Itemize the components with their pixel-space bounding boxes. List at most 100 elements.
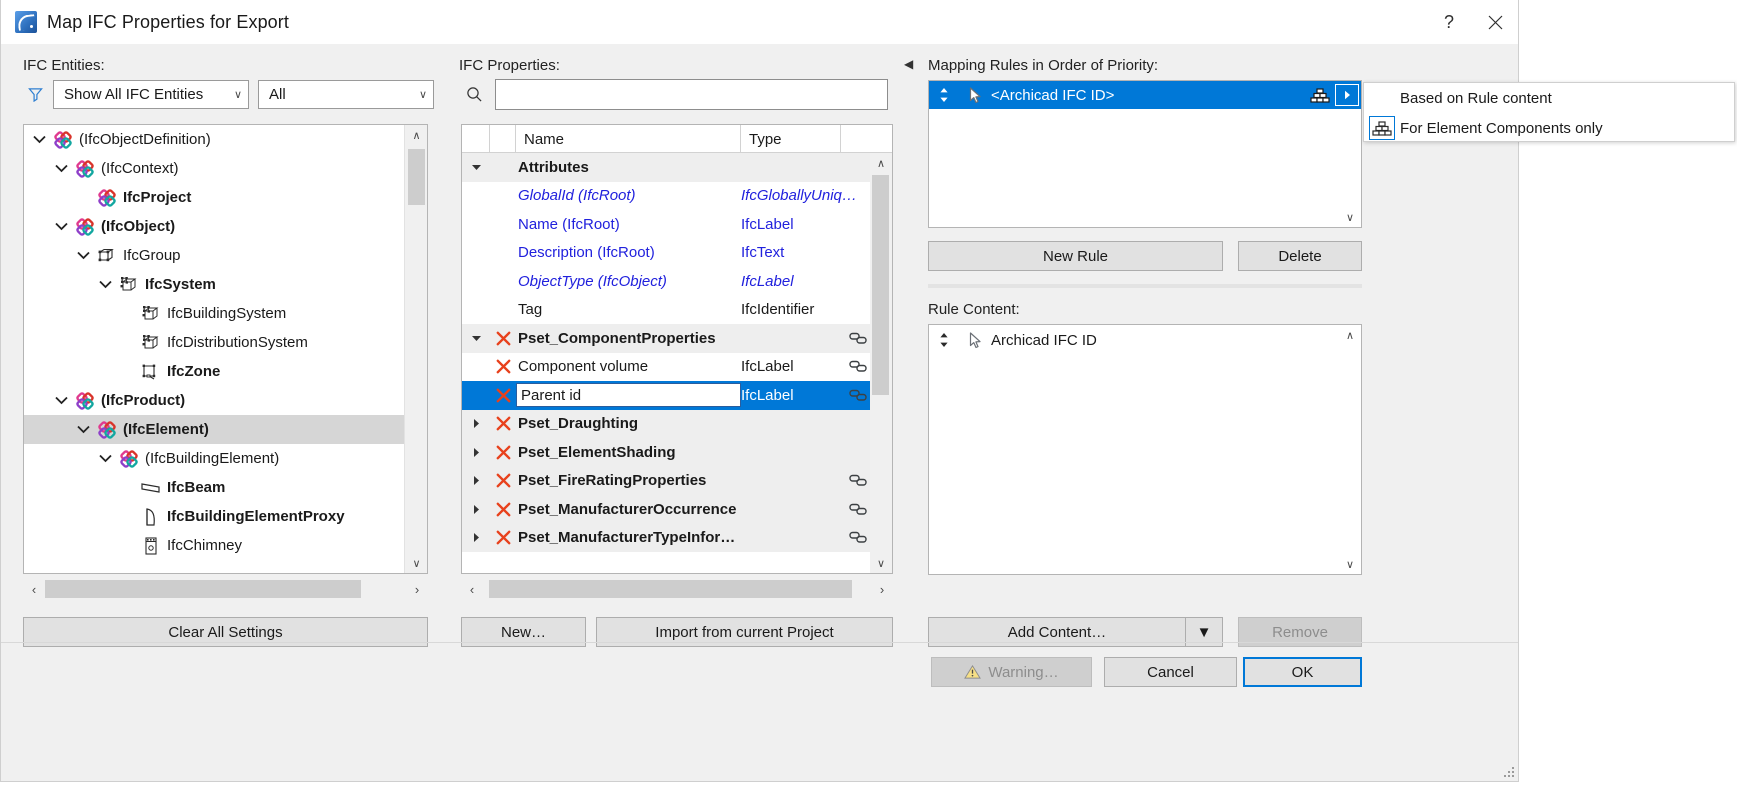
properties-horizontal-scrollbar[interactable]: ‹ › xyxy=(461,577,893,601)
chevron-right-icon[interactable] xyxy=(462,418,490,429)
chevron-down-icon[interactable] xyxy=(50,164,72,173)
chevron-right-icon[interactable] xyxy=(462,504,490,515)
help-button[interactable]: ? xyxy=(1426,0,1472,44)
chevron-down-icon[interactable] xyxy=(462,335,490,342)
chevron-right-icon[interactable] xyxy=(462,447,490,458)
chevron-right-icon[interactable] xyxy=(462,475,490,486)
tree-item-ifcobjectdefinition[interactable]: (IfcObjectDefinition) xyxy=(24,125,404,154)
rule-content-list[interactable]: Archicad IFC ID ∧ ∨ xyxy=(928,324,1362,575)
property-row[interactable]: Component volumeIfcLabel xyxy=(462,353,870,382)
property-row[interactable]: Pset_ElementShading xyxy=(462,438,870,467)
property-row[interactable]: ObjectType (IfcObject)IfcLabel xyxy=(462,267,870,296)
reorder-icon[interactable] xyxy=(929,87,959,103)
property-row[interactable]: Pset_FireRatingProperties xyxy=(462,467,870,496)
tree-item-ifcgroup[interactable]: IfcGroup xyxy=(24,241,404,270)
chevron-down-icon[interactable] xyxy=(28,135,50,144)
exclude-cross-icon[interactable] xyxy=(490,530,516,545)
scroll-up-icon[interactable]: ∧ xyxy=(405,125,428,145)
properties-vertical-scrollbar[interactable]: ∧ ∨ xyxy=(870,153,892,573)
tree-vertical-scrollbar[interactable]: ∧ ∨ xyxy=(404,125,427,573)
exclude-cross-icon[interactable] xyxy=(490,331,516,346)
entity-scope-combo[interactable]: All ∨ xyxy=(258,80,434,109)
mapping-rules-list[interactable]: <Archicad IFC ID> ∨ xyxy=(928,80,1362,228)
chevron-right-icon[interactable] xyxy=(462,532,490,543)
tree-item-ifcdistributionsystem[interactable]: IfcDistributionSystem xyxy=(24,328,404,357)
scroll-up-icon[interactable]: ∧ xyxy=(870,153,892,173)
scroll-right-icon[interactable]: › xyxy=(871,582,893,597)
tree-item-ifcproject[interactable]: IfcProject xyxy=(24,183,404,212)
property-row[interactable]: Pset_ManufacturerOccurrence xyxy=(462,495,870,524)
tree-item-ifcobject[interactable]: (IfcObject) xyxy=(24,212,404,241)
property-row[interactable]: Parent idIfcLabel xyxy=(462,381,870,410)
property-row[interactable]: Pset_ComponentProperties xyxy=(462,324,870,353)
tree-item-ifcchimney[interactable]: IfcChimney xyxy=(24,531,404,560)
scroll-left-icon[interactable]: ‹ xyxy=(461,582,483,597)
tree-item-ifcproduct[interactable]: (IfcProduct) xyxy=(24,386,404,415)
tree-item-ifcbuildingelement[interactable]: (IfcBuildingElement) xyxy=(24,444,404,473)
hscroll-thumb[interactable] xyxy=(489,580,852,598)
tree-item-ifcbuildingelementproxy[interactable]: IfcBuildingElementProxy xyxy=(24,502,404,531)
rules-vertical-scrollbar[interactable]: ∨ xyxy=(1339,81,1361,227)
mapping-rule-row[interactable]: <Archicad IFC ID> xyxy=(929,81,1361,109)
property-row[interactable]: Description (IfcRoot)IfcText xyxy=(462,239,870,268)
col-type-header[interactable]: Type xyxy=(741,125,841,153)
exclude-cross-icon[interactable] xyxy=(490,445,516,460)
col-name-header[interactable]: Name xyxy=(516,125,741,153)
reorder-icon[interactable] xyxy=(929,332,959,348)
warning-button[interactable]: Warning… xyxy=(931,657,1092,687)
hscroll-thumb[interactable] xyxy=(45,580,361,598)
tree-item-ifczone[interactable]: IfcZone xyxy=(24,357,404,386)
ifc-entity-tree[interactable]: (IfcObjectDefinition)(IfcContext)IfcProj… xyxy=(23,124,428,574)
chevron-down-icon[interactable] xyxy=(94,454,116,463)
collapse-left-icon[interactable]: ◀ xyxy=(904,57,913,71)
scroll-down-icon[interactable]: ∨ xyxy=(1339,207,1361,227)
hscroll-track[interactable] xyxy=(483,580,871,598)
scroll-down-icon[interactable]: ∨ xyxy=(870,553,892,573)
tree-item-ifcsystem[interactable]: IfcSystem xyxy=(24,270,404,299)
tree-item-ifcbuildingsystem[interactable]: IfcBuildingSystem xyxy=(24,299,404,328)
chevron-down-icon[interactable] xyxy=(50,222,72,231)
properties-grid[interactable]: Name Type AttributesGlobalId (IfcRoot)If… xyxy=(461,124,893,574)
rule-content-row[interactable]: Archicad IFC ID xyxy=(929,325,1361,355)
funnel-icon[interactable] xyxy=(23,84,47,106)
tree-item-ifccontext[interactable]: (IfcContext) xyxy=(24,154,404,183)
exclude-cross-icon[interactable] xyxy=(490,416,516,431)
property-row[interactable]: Attributes xyxy=(462,153,870,182)
context-menu-item[interactable]: For Element Components only xyxy=(1364,113,1734,143)
scroll-down-icon[interactable]: ∨ xyxy=(405,553,428,573)
chevron-down-icon[interactable] xyxy=(72,251,94,260)
chevron-down-icon[interactable] xyxy=(50,396,72,405)
tree-horizontal-scrollbar[interactable]: ‹ › xyxy=(23,577,428,601)
hscroll-track[interactable] xyxy=(45,580,406,598)
property-row[interactable]: TagIfcIdentifier xyxy=(462,296,870,325)
tree-item-ifcelement[interactable]: (IfcElement) xyxy=(24,415,404,444)
chevron-down-icon[interactable] xyxy=(94,280,116,289)
exclude-cross-icon[interactable] xyxy=(490,359,516,374)
scroll-left-icon[interactable]: ‹ xyxy=(23,582,45,597)
exclude-cross-icon[interactable] xyxy=(490,502,516,517)
scroll-right-icon[interactable]: › xyxy=(406,582,428,597)
cancel-button[interactable]: Cancel xyxy=(1104,657,1237,687)
bricks-icon[interactable] xyxy=(1305,87,1335,103)
scroll-thumb[interactable] xyxy=(408,149,425,205)
resize-grip[interactable] xyxy=(1502,765,1515,778)
delete-rule-button[interactable]: Delete xyxy=(1238,241,1362,271)
tree-item-ifcbeam[interactable]: IfcBeam xyxy=(24,473,404,502)
property-row[interactable]: Name (IfcRoot)IfcLabel xyxy=(462,210,870,239)
search-input[interactable] xyxy=(495,79,888,110)
close-button[interactable] xyxy=(1472,0,1518,44)
context-menu-item[interactable]: Based on Rule content xyxy=(1364,83,1734,113)
chevron-down-icon[interactable] xyxy=(72,425,94,434)
exclude-cross-icon[interactable] xyxy=(490,388,516,403)
entity-filter-combo[interactable]: Show All IFC Entities ∨ xyxy=(53,80,249,109)
scroll-thumb[interactable] xyxy=(872,175,889,395)
scroll-up-icon[interactable]: ∧ xyxy=(1339,325,1361,345)
property-row[interactable]: GlobalId (IfcRoot)IfcGloballyUniq… xyxy=(462,182,870,211)
content-vertical-scrollbar[interactable]: ∧ ∨ xyxy=(1339,325,1361,574)
mapping-rule-context-menu[interactable]: Based on Rule contentFor Element Compone… xyxy=(1363,82,1735,142)
property-row[interactable]: Pset_Draughting xyxy=(462,410,870,439)
chevron-down-icon[interactable] xyxy=(462,164,490,171)
new-rule-button[interactable]: New Rule xyxy=(928,241,1223,271)
ok-button[interactable]: OK xyxy=(1243,657,1362,687)
exclude-cross-icon[interactable] xyxy=(490,473,516,488)
